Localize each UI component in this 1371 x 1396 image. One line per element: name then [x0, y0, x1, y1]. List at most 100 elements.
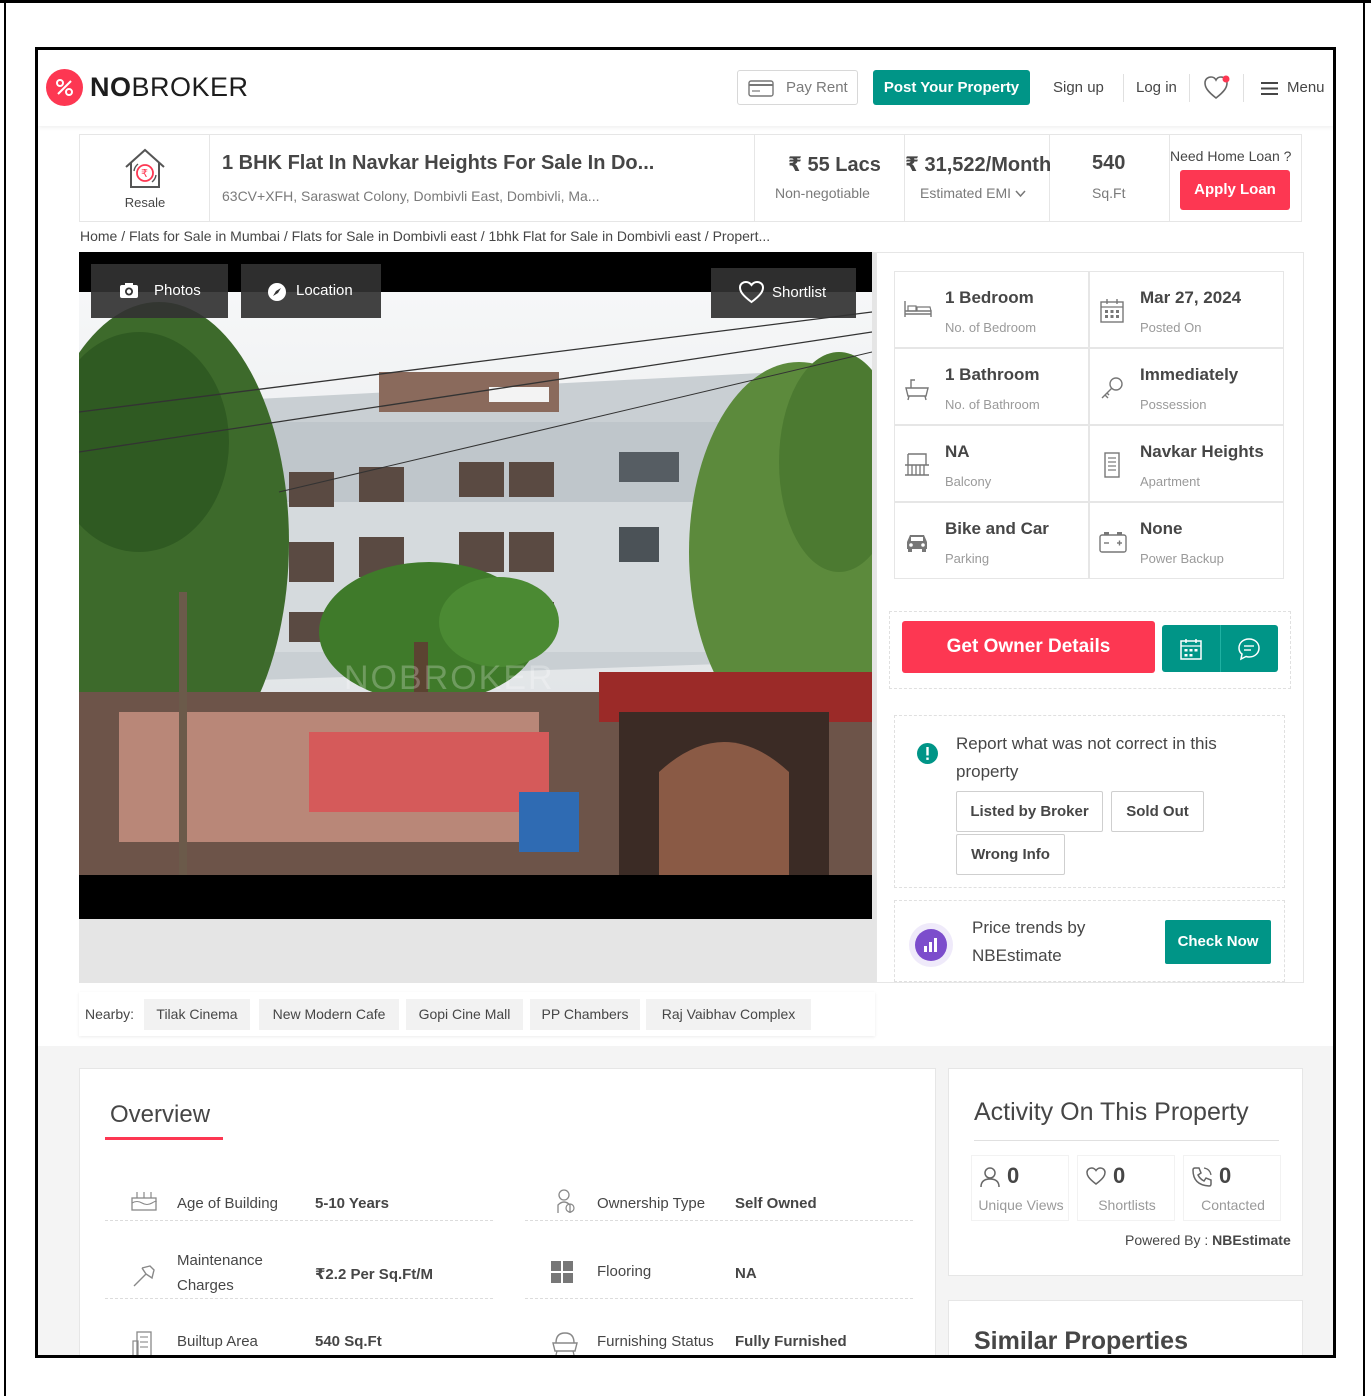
- nearby-chip[interactable]: PP Chambers: [530, 999, 640, 1030]
- photo-gallery[interactable]: NOBROKER Photos Location Shortlist: [79, 252, 876, 983]
- report-text: Report what was not correct in this prop…: [956, 734, 1217, 781]
- overview-title: Overview: [110, 1101, 211, 1128]
- overview-label: Age of Building: [177, 1195, 278, 1212]
- location-button[interactable]: Location: [241, 264, 381, 318]
- spec-label: Apartment: [1140, 474, 1200, 489]
- activity-divider: [974, 1140, 1279, 1141]
- spec-label: No. of Bathroom: [945, 397, 1040, 412]
- outer-tick: [829, 0, 831, 3]
- nearby-chip[interactable]: Tilak Cinema: [144, 999, 250, 1030]
- logo-wordmark[interactable]: NOBROKER: [90, 72, 249, 103]
- heart-icon: [738, 280, 765, 304]
- overview-value: ₹2.2 Per Sq.Ft/M: [315, 1266, 433, 1283]
- button-divider: [1220, 625, 1221, 672]
- powered-by-brand: NBEstimate: [1212, 1232, 1291, 1248]
- shortlist-label: Shortlist: [772, 284, 827, 301]
- area-cell: 540 Sq.Ft: [1050, 135, 1170, 221]
- nearby-chip[interactable]: Raj Vaibhav Complex: [646, 999, 811, 1030]
- spec-bathroom: 1 Bathroom No. of Bathroom: [894, 348, 1089, 425]
- spec-label: Parking: [945, 551, 990, 566]
- bar-chart-icon: [924, 938, 937, 952]
- overview-value: Self Owned: [735, 1195, 817, 1212]
- title-cell: 1 BHK Flat In Navkar Heights For Sale In…: [210, 135, 755, 221]
- bed-icon: [904, 301, 932, 317]
- overview-label: Maintenance Charges: [177, 1248, 263, 1298]
- spec-power-backup: None Power Backup: [1089, 502, 1284, 579]
- overview-label: Flooring: [597, 1263, 652, 1280]
- spec-value: 1 Bedroom: [945, 288, 1034, 307]
- sign-up-link[interactable]: Sign up: [1053, 79, 1104, 96]
- menu-label[interactable]: Menu: [1287, 79, 1325, 96]
- spec-value: 1 Bathroom: [945, 365, 1040, 384]
- overview-value: NA: [735, 1265, 757, 1282]
- header-divider: [1123, 74, 1124, 102]
- photos-button[interactable]: Photos: [91, 264, 228, 318]
- area-icon: [132, 1331, 152, 1355]
- report-sold-out-button[interactable]: Sold Out: [1111, 791, 1204, 832]
- overview-label-line2: Charges: [177, 1277, 234, 1294]
- overview-row-furnishing: Furnishing Status Fully Furnished: [525, 1307, 913, 1355]
- shortlist-button[interactable]: Shortlist: [711, 268, 856, 318]
- property-address: 63CV+XFH, Saraswat Colony, Dombivli East…: [222, 188, 600, 204]
- home-loan-question: Need Home Loan ?: [1170, 148, 1292, 164]
- hamburger-menu-icon[interactable]: [1261, 82, 1278, 95]
- owner-icon: [557, 1189, 575, 1213]
- overview-row-maintenance: Maintenance Charges ₹2.2 Per Sq.Ft/M: [105, 1229, 493, 1299]
- get-owner-details-button[interactable]: Get Owner Details: [902, 621, 1155, 673]
- spec-value: NA: [945, 442, 970, 461]
- header-divider: [1189, 74, 1190, 102]
- site-header: NOBROKER Pay Rent Post Your Property Sig…: [38, 50, 1333, 126]
- price-trend-icon: [909, 923, 953, 967]
- outer-tick: [548, 0, 550, 3]
- shortlist-heart-icon[interactable]: [1203, 75, 1231, 101]
- overview-row-flooring: Flooring NA: [525, 1229, 913, 1299]
- overview-row-age: Age of Building 5-10 Years: [105, 1151, 493, 1221]
- spec-balcony: NA Balcony: [894, 425, 1089, 502]
- powered-by: Powered By : NBEstimate: [1125, 1232, 1291, 1248]
- overview-underline: [105, 1137, 223, 1140]
- activity-unique-views: 0 Unique Views: [971, 1155, 1069, 1221]
- activity-title: Activity On This Property: [974, 1098, 1249, 1126]
- overview-value: Fully Furnished: [735, 1333, 847, 1350]
- owner-cta-box: Get Owner Details: [889, 611, 1291, 689]
- svg-text:₹: ₹: [141, 167, 148, 180]
- schedule-calendar-icon[interactable]: [1179, 637, 1203, 661]
- activity-contacted: 0 Contacted: [1183, 1155, 1281, 1221]
- nearby-chip[interactable]: Gopi Cine Mall: [406, 999, 523, 1030]
- log-in-link[interactable]: Log in: [1136, 79, 1177, 96]
- building-icon: [1104, 452, 1120, 478]
- check-now-button[interactable]: Check Now: [1165, 920, 1271, 964]
- overview-value: 5-10 Years: [315, 1195, 389, 1212]
- emi-label-wrap[interactable]: Estimated EMI: [920, 185, 1026, 201]
- powered-by-label: Powered By :: [1125, 1232, 1209, 1248]
- outer-right-border: [1363, 0, 1365, 1396]
- property-photo[interactable]: NOBROKER Photos Location Shortlist: [79, 252, 872, 919]
- pay-rent-button[interactable]: Pay Rent: [737, 70, 858, 105]
- hammer-icon: [133, 1265, 155, 1287]
- camera-icon: [120, 283, 138, 298]
- sofa-icon: [552, 1332, 578, 1355]
- breadcrumb[interactable]: Home / Flats for Sale in Mumbai / Flats …: [80, 228, 770, 244]
- emi-cell[interactable]: ₹ 31,522/Month Estimated EMI: [905, 135, 1051, 221]
- report-listed-by-broker-button[interactable]: Listed by Broker: [956, 791, 1103, 832]
- chat-icon[interactable]: [1237, 637, 1261, 661]
- outer-tick: [1110, 0, 1112, 3]
- user-icon: [980, 1167, 1000, 1188]
- logo-mark[interactable]: [46, 69, 83, 106]
- apply-loan-button[interactable]: Apply Loan: [1180, 170, 1290, 210]
- post-property-button[interactable]: Post Your Property: [873, 70, 1030, 105]
- overview-row-builtup: Builtup Area 540 Sq.Ft: [105, 1307, 493, 1355]
- spec-parking: Bike and Car Parking: [894, 502, 1089, 579]
- report-wrong-info-button[interactable]: Wrong Info: [956, 834, 1065, 875]
- overview-card: Overview Age of Building 5-10 Years Owne…: [79, 1068, 936, 1355]
- nearby-chip[interactable]: New Modern Cafe: [259, 999, 399, 1030]
- compass-icon: [268, 283, 286, 301]
- balcony-icon: [905, 453, 929, 476]
- chevron-down-icon: [1015, 190, 1026, 198]
- photo-watermark: NOBROKER: [344, 659, 555, 697]
- photos-label: Photos: [154, 282, 201, 299]
- activity-label: Unique Views: [978, 1197, 1064, 1213]
- spec-possession: Immediately Possession: [1089, 348, 1284, 425]
- property-specs-panel: 1 Bedroom No. of Bedroom Mar 27, 2024 Po…: [876, 252, 1304, 983]
- spec-label: Possession: [1140, 397, 1207, 412]
